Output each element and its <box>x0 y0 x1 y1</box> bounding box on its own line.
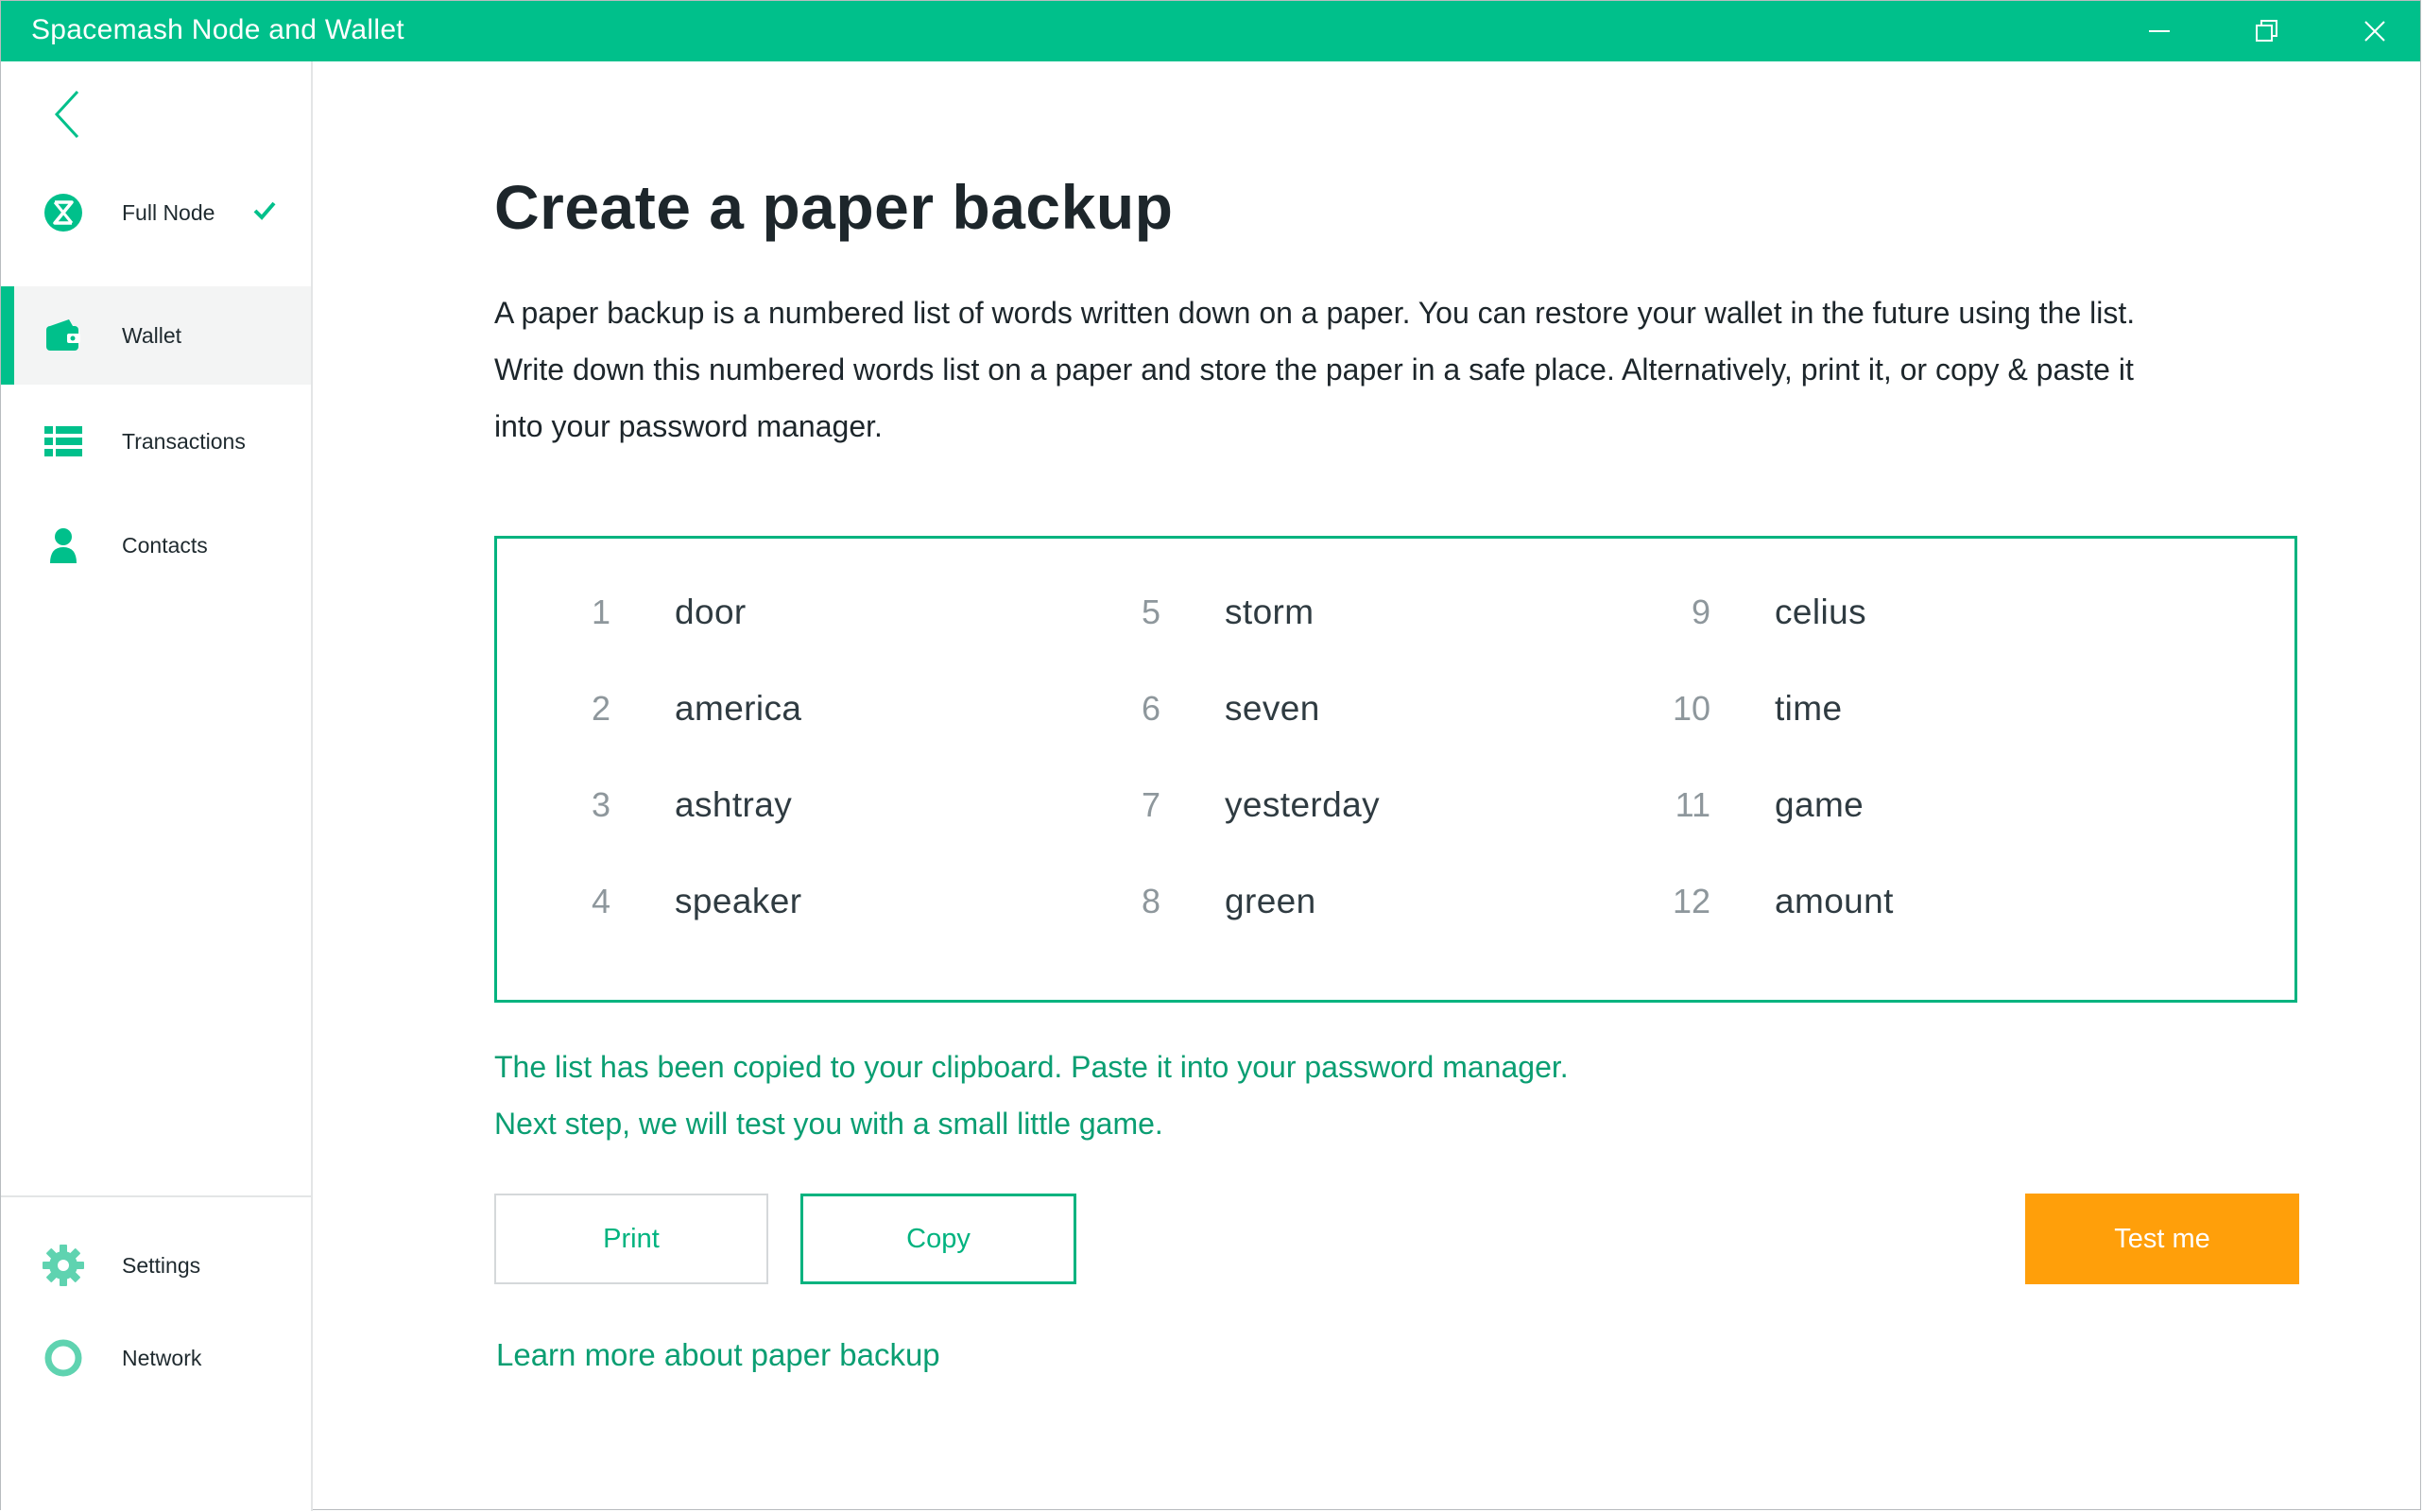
word-number: 12 <box>1672 882 1710 920</box>
close-button[interactable] <box>2322 1 2423 61</box>
wallet-icon <box>41 313 86 358</box>
word-row: 12 amount <box>1597 873 2126 970</box>
spacemesh-logo-icon <box>41 190 86 235</box>
description: A paper backup is a numbered list of wor… <box>494 284 2346 455</box>
word-text: seven <box>1225 689 1320 728</box>
copy-button[interactable]: Copy <box>800 1194 1076 1284</box>
word-text: ashtray <box>675 785 793 824</box>
word-number: 4 <box>591 882 610 920</box>
word-number: 11 <box>1675 785 1710 824</box>
minimize-icon <box>2149 30 2170 32</box>
word-row: 2 america <box>497 680 1026 777</box>
minimize-button[interactable] <box>2106 1 2212 61</box>
word-row: 3 ashtray <box>497 777 1026 873</box>
restore-button[interactable] <box>2214 1 2320 61</box>
restore-icon <box>2256 20 2277 42</box>
word-text: speaker <box>675 882 802 920</box>
word-text: door <box>675 593 747 631</box>
word-text: yesterday <box>1225 785 1381 824</box>
learn-more-link[interactable]: Learn more about paper backup <box>496 1337 940 1373</box>
title-bar[interactable]: Spacemash Node and Wallet <box>1 1 2420 61</box>
sidebar: Full Node Wallet Transactions Contacts S… <box>1 61 313 1511</box>
word-text: green <box>1225 882 1316 920</box>
app-window: Spacemash Node and Wallet Full Node Wall… <box>0 0 2422 1511</box>
list-icon <box>41 419 86 464</box>
test-me-button[interactable]: Test me <box>2025 1194 2299 1284</box>
words-list-box: 1 door 2 america 3 ashtray 4 speaker 5 s… <box>494 536 2297 1003</box>
word-number: 8 <box>1141 882 1160 920</box>
window-title: Spacemash Node and Wallet <box>31 14 404 45</box>
sidebar-divider <box>1 1195 311 1197</box>
word-number: 3 <box>591 785 610 824</box>
sidebar-item-transactions[interactable]: Transactions <box>1 392 311 490</box>
word-text: celius <box>1775 593 1866 631</box>
sidebar-item-full-node[interactable]: Full Node <box>1 163 311 262</box>
note-line: Next step, we will test you with a small… <box>494 1107 1163 1141</box>
sidebar-item-label: Contacts <box>122 532 208 558</box>
word-row: 11 game <box>1597 777 2126 873</box>
word-number: 1 <box>591 593 610 631</box>
word-number: 7 <box>1141 785 1160 824</box>
close-icon <box>2364 21 2385 42</box>
word-text: game <box>1775 785 1865 824</box>
word-text: storm <box>1225 593 1315 631</box>
word-text: amount <box>1775 882 1894 920</box>
word-row: 1 door <box>497 584 1026 680</box>
ring-icon <box>41 1335 86 1381</box>
word-text: america <box>675 689 802 728</box>
word-row: 4 speaker <box>497 873 1026 970</box>
check-icon <box>252 200 277 226</box>
words-column: 5 storm 6 seven 7 yesterday 8 green <box>1047 584 1576 970</box>
chevron-left-icon <box>54 90 79 139</box>
gear-icon <box>41 1243 86 1288</box>
sidebar-item-label: Wallet <box>122 322 182 348</box>
page-title: Create a paper backup <box>494 172 1174 242</box>
description-line: A paper backup is a numbered list of wor… <box>494 296 2136 330</box>
description-line: Write down this numbered words list on a… <box>494 352 2134 387</box>
word-number: 5 <box>1141 593 1160 631</box>
sidebar-item-label: Settings <box>122 1252 201 1278</box>
main-content: Create a paper backup A paper backup is … <box>313 61 2422 1511</box>
word-row: 8 green <box>1047 873 1576 970</box>
word-row: 5 storm <box>1047 584 1576 680</box>
word-text: time <box>1775 689 1843 728</box>
description-line: into your password manager. <box>494 409 883 443</box>
word-row: 6 seven <box>1047 680 1576 777</box>
note-line: The list has been copied to your clipboa… <box>494 1050 1569 1084</box>
sidebar-item-label: Network <box>122 1345 202 1370</box>
sidebar-item-label: Full Node <box>122 199 215 225</box>
word-number: 9 <box>1691 593 1710 631</box>
sidebar-item-wallet[interactable]: Wallet <box>1 286 311 385</box>
print-button[interactable]: Print <box>494 1194 768 1284</box>
word-number: 10 <box>1672 689 1710 728</box>
back-button[interactable] <box>46 86 88 143</box>
word-number: 6 <box>1141 689 1160 728</box>
words-column: 1 door 2 america 3 ashtray 4 speaker <box>497 584 1026 970</box>
word-number: 2 <box>591 689 610 728</box>
sidebar-item-network[interactable]: Network <box>1 1309 311 1407</box>
word-row: 10 time <box>1597 680 2126 777</box>
word-row: 9 celius <box>1597 584 2126 680</box>
word-row: 7 yesterday <box>1047 777 1576 873</box>
sidebar-item-contacts[interactable]: Contacts <box>1 496 311 594</box>
person-icon <box>41 523 86 568</box>
sidebar-item-settings[interactable]: Settings <box>1 1216 311 1314</box>
words-column: 9 celius 10 time 11 game 12 amount <box>1597 584 2126 970</box>
sidebar-item-label: Transactions <box>122 428 246 454</box>
clipboard-note: The list has been copied to your clipboa… <box>494 1039 1569 1152</box>
